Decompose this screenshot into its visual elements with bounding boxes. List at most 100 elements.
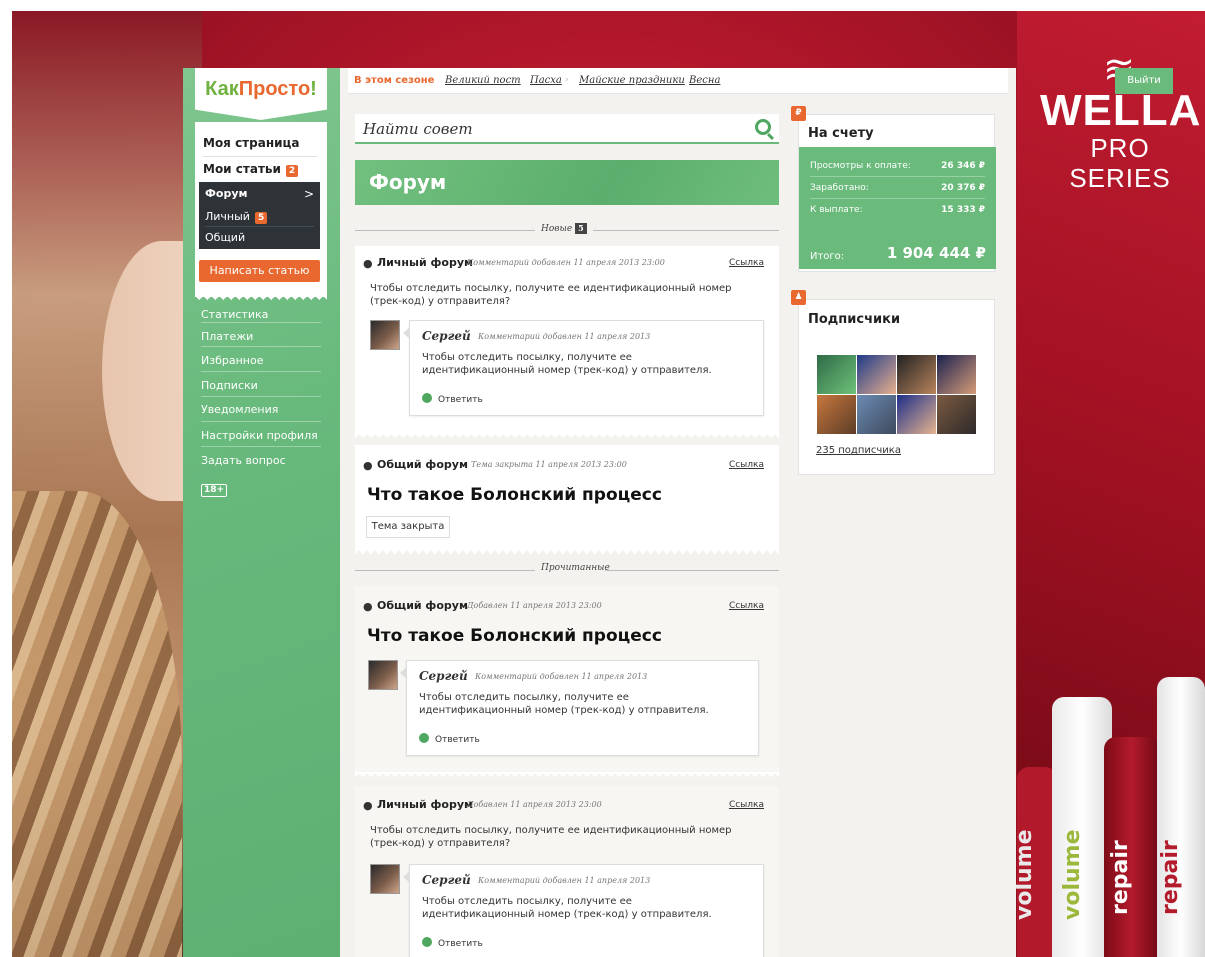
sidebar-link-profile-settings[interactable]: Настройки профиля [201, 429, 318, 442]
account-total-value: 1 904 444 ₽ [886, 244, 986, 262]
page-header: Форум [355, 160, 779, 205]
menu-label: Личный [205, 210, 250, 223]
write-article-button[interactable]: Написать статью [199, 260, 320, 282]
season-link[interactable]: Пасха [530, 75, 562, 86]
post-meta: Добавлен 11 апреля 2013 23:00 [467, 800, 602, 809]
subscriber-avatar[interactable] [897, 355, 936, 394]
account-total-label: Итого: [810, 251, 845, 262]
divider [203, 156, 317, 157]
widget-title: На счету [808, 126, 874, 141]
account-row-value: 15 333 ₽ [941, 205, 985, 215]
divider [355, 570, 535, 571]
divider-text: Новые [541, 224, 573, 234]
separator-icon: › [515, 75, 519, 85]
sidebar-link-stats[interactable]: Статистика [201, 308, 268, 321]
sidebar-link-ask-question[interactable]: Задать вопрос [201, 454, 286, 467]
forum-post: ● Общий форум Добавлен 11 апреля 2013 23… [355, 586, 779, 778]
account-row: К выплате: 15 333 ₽ [810, 205, 985, 215]
chevron-right-icon: > [303, 187, 314, 201]
avatar[interactable] [370, 320, 400, 350]
reply-icon [422, 937, 432, 947]
avatar[interactable] [368, 660, 398, 690]
menu-forum[interactable]: Форум [205, 187, 248, 200]
menu-my-page[interactable]: Моя страница [203, 136, 300, 150]
subscriber-avatar[interactable] [937, 395, 976, 434]
divider [205, 226, 314, 227]
season-link[interactable]: Великий пост [445, 75, 521, 86]
account-row-label: Заработано: [810, 183, 869, 193]
sidebar-link-favorites[interactable]: Избранное [201, 354, 263, 367]
account-row-label: К выплате: [810, 205, 863, 215]
post-link[interactable]: Ссылка [729, 460, 764, 470]
reply-text: Чтобы отследить посылку, получите ее иде… [422, 896, 712, 920]
logout-button[interactable]: Выйти [1115, 68, 1173, 94]
comment-icon: ● [363, 799, 373, 812]
subscribers-grid [817, 355, 977, 435]
menu-forum-general[interactable]: Общий [205, 231, 245, 244]
wella-subtitle: PRO SERIES [1069, 133, 1171, 193]
reply-meta: Комментарий добавлен 11 апреля 2013 [478, 332, 651, 341]
post-link[interactable]: Ссылка [729, 601, 764, 611]
season-link[interactable]: Весна [689, 75, 720, 86]
subscriber-avatar[interactable] [817, 395, 856, 434]
reply-button-label: Ответить [438, 395, 483, 405]
new-divider-label: Новые 5 [541, 223, 587, 234]
post-forum-name[interactable]: Личный форум [377, 798, 473, 811]
post-forum-name[interactable]: Общий форум [377, 458, 468, 471]
topic-closed-button[interactable]: Тема закрыта [366, 516, 450, 538]
subscribers-count-link[interactable]: 235 подписчика [816, 445, 901, 456]
subscriber-avatar[interactable] [857, 355, 896, 394]
season-bar: В этом сезоне Великий пост › Пасха › Май… [348, 68, 1173, 94]
search-input[interactable]: Найти совет [363, 120, 473, 138]
card-zigzag [355, 549, 779, 555]
reply-author[interactable]: Сергей [419, 669, 468, 683]
subscriber-avatar[interactable] [817, 355, 856, 394]
reply-button-label: Ответить [438, 939, 483, 949]
search-box[interactable]: Найти совет [355, 114, 779, 144]
divider [201, 446, 321, 447]
logo-part: Просто [238, 78, 311, 100]
subscriber-avatar[interactable] [937, 355, 976, 394]
divider [605, 570, 779, 571]
separator-icon: › [565, 75, 569, 85]
forum-post: ● Личный форум Комментарий добавлен 11 а… [355, 246, 779, 439]
sidebar-link-payments[interactable]: Платежи [201, 330, 253, 343]
comment-icon: ● [363, 257, 373, 270]
sidebar: КакПросто! Моя страница Мои статьи 2 Фору… [183, 68, 340, 957]
post-text: Чтобы отследить посылку, получите ее иде… [370, 825, 732, 849]
divider [201, 346, 321, 347]
divider [201, 322, 321, 323]
avatar[interactable] [370, 864, 400, 894]
post-forum-name[interactable]: Личный форум [377, 256, 473, 269]
forum-post: ● Общий форум Тема закрыта 11 апреля 201… [355, 445, 779, 555]
divider [201, 421, 321, 422]
reply-button[interactable]: Ответить [422, 393, 483, 405]
sidebar-link-notifications[interactable]: Уведомления [201, 403, 278, 416]
reply-author[interactable]: Сергей [422, 329, 471, 343]
divider [593, 230, 779, 231]
post-link[interactable]: Ссылка [729, 800, 764, 810]
subscribers-widget: Подписчики 235 подписчика [798, 299, 995, 475]
subscriber-avatar[interactable] [897, 395, 936, 434]
reply-button[interactable]: Ответить [422, 937, 483, 949]
menu-my-articles[interactable]: Мои статьи 2 [203, 162, 299, 177]
divider [810, 176, 985, 177]
sidebar-link-subscriptions[interactable]: Подписки [201, 379, 258, 392]
search-icon[interactable] [755, 119, 771, 135]
post-forum-name[interactable]: Общий форум [377, 599, 468, 612]
post-title[interactable]: Что такое Болонский процесс [367, 485, 662, 505]
post-title[interactable]: Что такое Болонский процесс [367, 626, 662, 646]
reply-button[interactable]: Ответить [419, 733, 480, 745]
reply-button-label: Ответить [435, 735, 480, 745]
season-link[interactable]: Майские праздники [579, 75, 685, 86]
site-logo[interactable]: КакПросто! [195, 78, 327, 101]
subscriber-avatar[interactable] [857, 395, 896, 434]
post-link[interactable]: Ссылка [729, 258, 764, 268]
menu-label: Мои статьи [203, 162, 281, 176]
ad-bottle-label: repair [1108, 840, 1133, 915]
ruble-icon: ₽ [791, 106, 806, 121]
post-text: Чтобы отследить посылку, получите ее иде… [370, 283, 732, 307]
reply-box: Сергей Комментарий добавлен 11 апреля 20… [400, 660, 759, 756]
menu-forum-personal[interactable]: Личный 5 [205, 210, 268, 224]
reply-author[interactable]: Сергей [422, 873, 471, 887]
